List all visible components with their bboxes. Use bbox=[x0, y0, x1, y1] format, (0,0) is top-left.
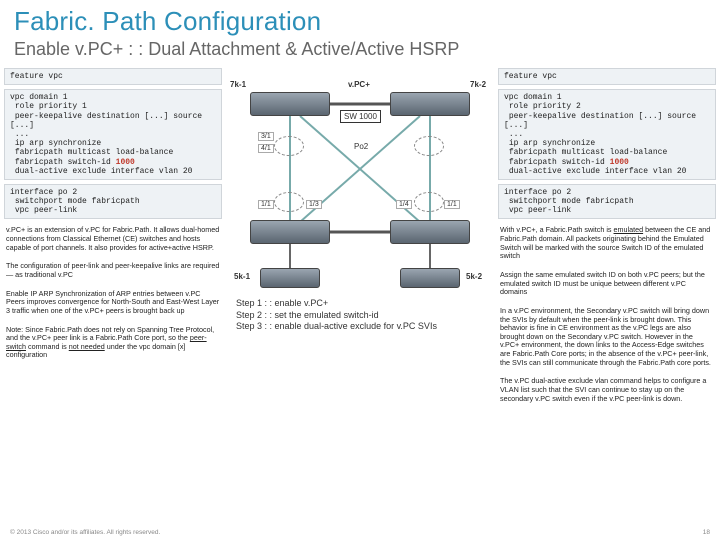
topology-diagram: 7k-1 7k-2 v.PC+ SW 1000 3/1 4/1 Po2 1/1 … bbox=[230, 72, 490, 292]
txt: Note: Since Fabric.Path does not rely on… bbox=[6, 325, 214, 343]
label-7k1: 7k-1 bbox=[230, 80, 246, 89]
cfg-line: switchport mode fabricpath bbox=[10, 197, 140, 206]
label-7k2: 7k-2 bbox=[470, 80, 486, 89]
left-note-1: v.PC+ is an extension of v.PC for Fabric… bbox=[4, 223, 222, 255]
cfg-line: fabricpath switch-id bbox=[10, 158, 116, 167]
po-ring-icon bbox=[414, 192, 444, 212]
switch-7k1-icon bbox=[250, 92, 330, 116]
left-cfg-domain: vpc domain 1 role priority 1 peer-keepal… bbox=[4, 89, 222, 180]
cfg-line: interface po 2 bbox=[504, 188, 571, 197]
center-column: 7k-1 7k-2 v.PC+ SW 1000 3/1 4/1 Po2 1/1 … bbox=[226, 68, 494, 406]
cfg-line: vpc peer-link bbox=[10, 206, 77, 215]
port-label: 1/1 bbox=[444, 200, 460, 209]
label-vpcplus: v.PC+ bbox=[348, 80, 370, 89]
cfg-line: dual-active exclude interface vlan 20 bbox=[10, 167, 192, 176]
cfg-line: vpc peer-link bbox=[504, 206, 571, 215]
switch-5k1-icon bbox=[260, 268, 320, 288]
subtitle: Enable v.PC+ : : Dual Attachment & Activ… bbox=[14, 39, 706, 60]
step-3: Step 3 : : enable dual-active exclude fo… bbox=[236, 321, 437, 333]
label-5k2: 5k-2 bbox=[466, 272, 482, 281]
cfg-line: dual-active exclude interface vlan 20 bbox=[504, 167, 686, 176]
steps-list: Step 1 : : enable v.PC+ Step 2 : : set t… bbox=[226, 298, 437, 333]
slide-header: Fabric. Path Configuration Enable v.PC+ … bbox=[0, 0, 720, 68]
txt-ul: not needed bbox=[69, 342, 105, 351]
cfg-line: fabricpath multicast load-balance bbox=[10, 148, 173, 157]
label-sw1000: SW 1000 bbox=[340, 110, 381, 123]
po-ring-icon bbox=[274, 136, 304, 156]
po-ring-icon bbox=[274, 192, 304, 212]
cfg-line: ip arp synchronize bbox=[10, 139, 101, 148]
right-column: feature vpc vpc domain 1 role priority 2… bbox=[498, 68, 716, 406]
port-label: 4/1 bbox=[258, 144, 274, 153]
cfg-line: interface po 2 bbox=[10, 188, 77, 197]
title: Fabric. Path Configuration bbox=[14, 6, 706, 37]
cfg-line: role priority 1 bbox=[10, 102, 87, 111]
switch-id-hl: 1000 bbox=[610, 158, 629, 167]
page-number: 18 bbox=[703, 529, 710, 536]
switch-5k2-icon bbox=[400, 268, 460, 288]
cfg-line: ip arp synchronize bbox=[504, 139, 595, 148]
right-note-4: The v.PC dual-active exclude vlan comman… bbox=[498, 374, 716, 406]
left-note-2: The configuration of peer-link and peer-… bbox=[4, 259, 222, 282]
step-2: Step 2 : : set the emulated switch-id bbox=[236, 310, 437, 322]
txt: command is bbox=[26, 342, 69, 351]
footer: © 2013 Cisco and/or its affiliates. All … bbox=[10, 529, 710, 536]
switch-5k1-mid-icon bbox=[250, 220, 330, 244]
cfg-line: fabricpath switch-id bbox=[504, 158, 610, 167]
txt: With v.PC+, a Fabric.Path switch is bbox=[500, 225, 614, 234]
cfg-line: switchport mode fabricpath bbox=[504, 197, 634, 206]
step-1: Step 1 : : enable v.PC+ bbox=[236, 298, 437, 310]
left-column: feature vpc vpc domain 1 role priority 1… bbox=[4, 68, 222, 406]
cfg-line: ... bbox=[504, 130, 523, 139]
right-note-1: With v.PC+, a Fabric.Path switch is emul… bbox=[498, 223, 716, 264]
right-cfg-domain: vpc domain 1 role priority 2 peer-keepal… bbox=[498, 89, 716, 180]
right-cfg-feature: feature vpc bbox=[498, 68, 716, 85]
switch-5k2-mid-icon bbox=[390, 220, 470, 244]
cfg-line: peer-keepalive destination [...] source … bbox=[504, 112, 701, 130]
cfg-line: fabricpath multicast load-balance bbox=[504, 148, 667, 157]
txt-ul: emulated bbox=[614, 225, 644, 234]
switch-7k2-icon bbox=[390, 92, 470, 116]
right-note-2: Assign the same emulated switch ID on bo… bbox=[498, 268, 716, 300]
port-label: 3/1 bbox=[258, 132, 274, 141]
label-po2: Po2 bbox=[354, 142, 368, 151]
port-label: 1/1 bbox=[258, 200, 274, 209]
port-label: 1/3 bbox=[306, 200, 322, 209]
port-label: 1/4 bbox=[396, 200, 412, 209]
cfg-line: vpc domain 1 bbox=[504, 93, 562, 102]
right-cfg-interface: interface po 2 switchport mode fabricpat… bbox=[498, 184, 716, 220]
cfg-line: peer-keepalive destination [...] source … bbox=[10, 112, 207, 130]
content-row: feature vpc vpc domain 1 role priority 1… bbox=[0, 68, 720, 406]
cfg-line: vpc domain 1 bbox=[10, 93, 68, 102]
switch-id-hl: 1000 bbox=[116, 158, 135, 167]
right-note-3: In a v.PC environment, the Secondary v.P… bbox=[498, 304, 716, 370]
left-note-3: Enable IP ARP Synchronization of ARP ent… bbox=[4, 287, 222, 319]
copyright-text: © 2013 Cisco and/or its affiliates. All … bbox=[10, 529, 160, 536]
label-5k1: 5k-1 bbox=[234, 272, 250, 281]
po-ring-icon bbox=[414, 136, 444, 156]
left-note-4: Note: Since Fabric.Path does not rely on… bbox=[4, 323, 222, 364]
left-cfg-interface: interface po 2 switchport mode fabricpat… bbox=[4, 184, 222, 220]
cfg-line: ... bbox=[10, 130, 29, 139]
left-cfg-feature: feature vpc bbox=[4, 68, 222, 85]
cfg-line: role priority 2 bbox=[504, 102, 581, 111]
